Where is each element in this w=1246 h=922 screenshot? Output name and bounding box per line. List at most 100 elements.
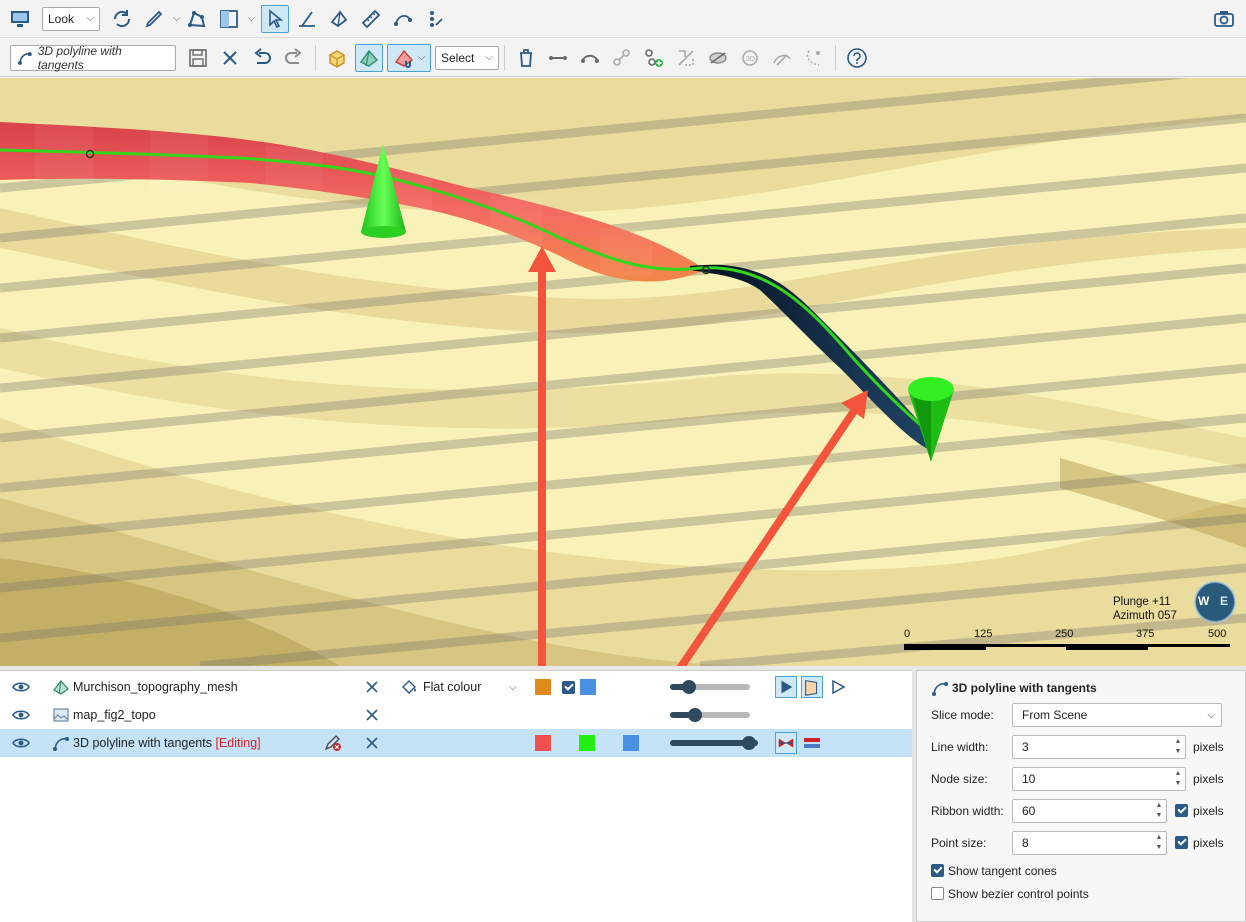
select-mode-value: Select <box>441 50 475 65</box>
close-icon[interactable] <box>216 44 244 72</box>
opacity-slider[interactable] <box>670 680 750 694</box>
ribbon-toggle-icon[interactable] <box>775 732 797 754</box>
mesh-visible-checkbox[interactable] <box>562 680 575 694</box>
properties-title: 3D polyline with tangents <box>952 681 1097 695</box>
line-width-input[interactable]: 3 ▲ ▼ <box>1012 735 1186 759</box>
polyline-draw-icon[interactable] <box>389 5 417 33</box>
edit-cancel-icon[interactable] <box>323 734 343 752</box>
chevron-down-icon: ⌵ <box>485 52 493 63</box>
opacity-slider[interactable] <box>670 736 758 750</box>
chevron-down-icon[interactable]: ⌵ <box>248 13 256 24</box>
colour-swatch-blue[interactable] <box>580 679 596 695</box>
disc-snap-icon[interactable] <box>704 44 732 72</box>
editing-object-tag[interactable]: 3D polyline with tangents <box>10 43 176 72</box>
node-connect-icon[interactable] <box>608 44 636 72</box>
polyline-edit-icon[interactable] <box>183 5 211 33</box>
magnet-snap-icon[interactable]: ⌵ <box>387 43 431 72</box>
line-width-label: Line width: <box>931 740 989 754</box>
scene-view-icon[interactable] <box>6 5 34 33</box>
draw-3d-icon[interactable]: 3D <box>736 44 764 72</box>
show-tangent-cones-label: Show tangent cones <box>948 864 1057 878</box>
slice-mode-dropdown[interactable]: From Scene ⌵ <box>1012 703 1222 727</box>
scale-tick-label: 375 <box>1136 628 1155 640</box>
play-outline-icon[interactable] <box>829 678 847 696</box>
object-name: 3D polyline with tangents [Editing] <box>73 736 261 750</box>
delete-icon[interactable] <box>512 44 540 72</box>
help-icon[interactable] <box>843 44 871 72</box>
ribbon-width-pixels-checkbox[interactable] <box>1175 804 1188 817</box>
chevron-down-icon[interactable]: ⌵ <box>173 13 181 24</box>
colour-swatch-red[interactable] <box>535 735 551 751</box>
ribbon-width-label: Ribbon width: <box>931 804 1004 818</box>
eye-icon[interactable] <box>12 737 30 749</box>
spinner-icon[interactable]: ▲ ▼ <box>1173 737 1183 757</box>
scene-canvas[interactable] <box>0 78 1246 666</box>
mesh-snap-icon[interactable] <box>355 43 383 72</box>
spinner-icon[interactable]: ▲ ▼ <box>1154 833 1164 853</box>
draw-pen-icon[interactable] <box>140 5 168 33</box>
colour-swatch-blue[interactable] <box>623 735 639 751</box>
compass-letter-w: W <box>1198 594 1210 608</box>
opacity-slider[interactable] <box>670 708 750 722</box>
point-size-input[interactable]: 8 ▲ ▼ <box>1012 831 1167 855</box>
camera-icon[interactable] <box>1210 5 1238 33</box>
ribbon-width-input[interactable]: 60 ▲ ▼ <box>1012 799 1167 823</box>
show-tangent-cones-checkbox[interactable] <box>931 864 944 877</box>
slice-panel-icon[interactable] <box>215 5 243 33</box>
polyline-icon <box>53 737 69 751</box>
svg-text:3D: 3D <box>746 56 755 63</box>
node-size-label: Node size: <box>931 772 988 786</box>
show-bezier-label: Show bezier control points <box>948 887 1089 901</box>
rotate-icon[interactable] <box>108 5 136 33</box>
scene-viewport[interactable]: Plunge +11 Azimuth 057 W E 0 125 250 375… <box>0 78 1246 666</box>
draw-plane-icon[interactable] <box>293 5 321 33</box>
eye-icon[interactable] <box>12 709 30 721</box>
toolbar-separator <box>315 44 316 71</box>
curved-segment-icon[interactable] <box>576 44 604 72</box>
show-bezier-checkbox[interactable] <box>931 887 944 900</box>
play-icon[interactable] <box>775 676 797 698</box>
surface-draw-icon[interactable] <box>768 44 796 72</box>
object-name: Murchison_topography_mesh <box>73 680 238 694</box>
colour-swatch-green[interactable] <box>579 735 595 751</box>
select-cursor-icon[interactable] <box>261 4 290 33</box>
view-mode-dropdown[interactable]: Look ⌵ <box>42 6 100 31</box>
ruler-icon[interactable] <box>357 5 385 33</box>
polyline-nodes-icon[interactable] <box>800 44 828 72</box>
remove-icon[interactable] <box>364 735 380 751</box>
object-row-mesh[interactable]: Murchison_topography_mesh Flat colour ⌵ <box>0 673 912 701</box>
editing-object-name: 3D polyline with tangents <box>37 43 122 72</box>
split-plane-icon[interactable] <box>672 44 700 72</box>
object-row-map[interactable]: map_fig2_topo <box>0 701 912 729</box>
object-row-polyline[interactable]: 3D polyline with tangents [Editing] <box>0 729 912 757</box>
save-icon[interactable] <box>184 44 212 72</box>
straight-segment-icon[interactable] <box>544 44 572 72</box>
points-edit-icon[interactable] <box>421 5 449 33</box>
line-width-value: 3 <box>1022 740 1029 754</box>
slice-mode-value: From Scene <box>1022 708 1088 722</box>
chevron-down-icon: ⌵ <box>1207 709 1215 721</box>
tangent-cone-base <box>908 377 954 401</box>
node-size-input[interactable]: 10 ▲ ▼ <box>1012 767 1186 791</box>
redo-icon[interactable] <box>280 44 308 72</box>
colour-swatch-orange[interactable] <box>535 679 551 695</box>
line-style-icon[interactable] <box>802 734 822 752</box>
tangent-cone-base <box>361 226 406 238</box>
point-size-value: 8 <box>1022 836 1029 850</box>
remove-icon[interactable] <box>364 707 380 723</box>
eye-icon[interactable] <box>12 681 30 693</box>
point-size-label: Point size: <box>931 836 987 850</box>
remove-icon[interactable] <box>364 679 380 695</box>
face-side-icon[interactable] <box>801 676 823 698</box>
main-toolbar: Look ⌵ ⌵ ⌵ <box>0 0 1246 38</box>
chevron-down-icon[interactable]: ⌵ <box>509 682 517 693</box>
point-size-pixels-checkbox[interactable] <box>1175 836 1188 849</box>
spinner-icon[interactable]: ▲ ▼ <box>1154 801 1164 821</box>
add-node-icon[interactable] <box>640 44 668 72</box>
mesh-edit-icon[interactable] <box>325 5 353 33</box>
box-select-icon[interactable] <box>323 44 351 72</box>
select-mode-dropdown[interactable]: Select ⌵ <box>435 45 499 70</box>
spinner-icon[interactable]: ▲ ▼ <box>1173 769 1183 789</box>
slice-mode-label: Slice mode: <box>931 708 994 722</box>
undo-icon[interactable] <box>248 44 276 72</box>
